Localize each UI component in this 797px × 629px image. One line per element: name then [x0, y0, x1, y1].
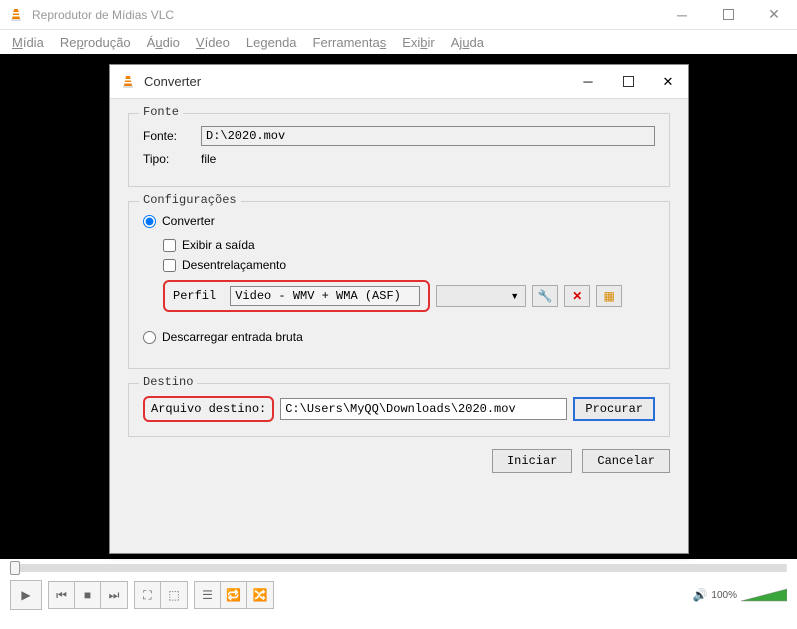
- play-button[interactable]: ▶: [10, 580, 42, 610]
- next-button[interactable]: ⏭: [101, 582, 127, 608]
- main-titlebar: Reprodutor de Mídias VLC ─ ✕: [0, 0, 797, 30]
- destination-legend: Destino: [139, 375, 197, 389]
- next-icon: ⏭: [109, 588, 120, 603]
- speaker-icon: 🔊: [692, 588, 707, 602]
- deinterlace-checkbox[interactable]: Desentrelaçamento: [163, 258, 655, 272]
- dump-raw-radio-input[interactable]: [143, 331, 156, 344]
- show-output-checkbox[interactable]: Exibir a saída: [163, 238, 655, 252]
- show-output-checkbox-input[interactable]: [163, 239, 176, 252]
- dump-raw-label: Descarregar entrada bruta: [162, 330, 303, 344]
- menu-video[interactable]: Vídeo: [196, 35, 230, 50]
- new-profile-button[interactable]: ▦: [596, 285, 622, 307]
- prev-icon: ⏮: [56, 588, 67, 603]
- converter-dialog: Converter ─ ✕ Fonte Fonte: D:\2020.mov T…: [109, 64, 689, 554]
- volume-slider[interactable]: [741, 587, 787, 603]
- type-value: file: [201, 152, 655, 166]
- destination-group: Destino Arquivo destino: Procurar: [128, 383, 670, 437]
- menu-audio[interactable]: Áudio: [147, 35, 180, 50]
- menu-exibir[interactable]: Exibir: [402, 35, 435, 50]
- settings-group: Configurações Converter Exibir a saída D…: [128, 201, 670, 369]
- source-group: Fonte Fonte: D:\2020.mov Tipo: file: [128, 113, 670, 187]
- menu-ajuda[interactable]: Ajuda: [451, 35, 484, 50]
- destination-file-label: Arquivo destino:: [143, 396, 274, 422]
- type-label: Tipo:: [143, 152, 201, 166]
- dump-raw-radio[interactable]: Descarregar entrada bruta: [143, 330, 655, 344]
- cancel-button[interactable]: Cancelar: [582, 449, 670, 473]
- video-area: Converter ─ ✕ Fonte Fonte: D:\2020.mov T…: [0, 54, 797, 559]
- seek-bar[interactable]: [0, 559, 797, 577]
- loop-button[interactable]: 🔁: [221, 582, 247, 608]
- menubar: Mídia Reprodução Áudio Vídeo Legenda Fer…: [0, 30, 797, 54]
- equalizer-icon: ⬚: [168, 588, 179, 602]
- play-icon: ▶: [21, 588, 30, 602]
- convert-radio[interactable]: Converter: [143, 214, 655, 228]
- maximize-button[interactable]: [705, 0, 751, 30]
- minimize-button[interactable]: ─: [659, 0, 705, 30]
- volume-control[interactable]: 🔊 100%: [692, 587, 787, 603]
- source-legend: Fonte: [139, 105, 183, 119]
- shuffle-button[interactable]: 🔀: [247, 582, 273, 608]
- player-controls: ▶ ⏮ ■ ⏭ ⛶ ⬚ ☰ 🔁 🔀 🔊 100%: [0, 577, 797, 613]
- dialog-titlebar: Converter ─ ✕: [110, 65, 688, 99]
- menu-legenda[interactable]: Legenda: [246, 35, 297, 50]
- fullscreen-button[interactable]: ⛶: [135, 582, 161, 608]
- delete-icon: ✕: [572, 289, 582, 303]
- source-label: Fonte:: [143, 129, 201, 143]
- edit-profile-button[interactable]: 🔧: [532, 285, 558, 307]
- shuffle-icon: 🔀: [253, 588, 268, 602]
- menu-ferramentas[interactable]: Ferramentas: [313, 35, 387, 50]
- dialog-title: Converter: [144, 74, 568, 89]
- profile-select[interactable]: Video - WMV + WMA (ASF): [230, 286, 420, 306]
- ext-settings-button[interactable]: ⬚: [161, 582, 187, 608]
- menu-midia[interactable]: Mídia: [12, 35, 44, 50]
- convert-radio-label: Converter: [162, 214, 215, 228]
- seek-thumb[interactable]: [10, 561, 20, 575]
- browse-button[interactable]: Procurar: [573, 397, 655, 421]
- wrench-icon: 🔧: [538, 289, 553, 303]
- deinterlace-label: Desentrelaçamento: [182, 258, 286, 272]
- convert-radio-input[interactable]: [143, 215, 156, 228]
- prev-button[interactable]: ⏮: [49, 582, 75, 608]
- close-button[interactable]: ✕: [751, 0, 797, 30]
- profile-label: Perfil: [173, 289, 216, 303]
- stop-icon: ■: [84, 588, 91, 602]
- dialog-close-button[interactable]: ✕: [648, 65, 688, 99]
- show-output-label: Exibir a saída: [182, 238, 255, 252]
- volume-percent: 100%: [711, 590, 737, 601]
- dialog-minimize-button[interactable]: ─: [568, 65, 608, 99]
- main-window-title: Reprodutor de Mídias VLC: [32, 8, 659, 22]
- playlist-icon: ☰: [202, 588, 213, 602]
- loop-icon: 🔁: [226, 588, 241, 602]
- deinterlace-checkbox-input[interactable]: [163, 259, 176, 272]
- new-icon: ▦: [604, 289, 615, 303]
- seek-track[interactable]: [10, 564, 787, 572]
- delete-profile-button[interactable]: ✕: [564, 285, 590, 307]
- profile-dropdown-arrow[interactable]: ▼: [436, 285, 526, 307]
- menu-reproducao[interactable]: Reprodução: [60, 35, 131, 50]
- settings-legend: Configurações: [139, 193, 241, 207]
- vlc-cone-icon: [120, 74, 136, 90]
- vlc-cone-icon: [8, 7, 24, 23]
- start-button[interactable]: Iniciar: [492, 449, 572, 473]
- destination-file-input[interactable]: [280, 398, 567, 420]
- source-path-field[interactable]: D:\2020.mov: [201, 126, 655, 146]
- playlist-button[interactable]: ☰: [195, 582, 221, 608]
- profile-highlight: Perfil Video - WMV + WMA (ASF): [163, 280, 430, 312]
- dialog-maximize-button[interactable]: [608, 65, 648, 99]
- profile-row: Perfil Video - WMV + WMA (ASF) ▼ 🔧 ✕ ▦: [163, 280, 655, 312]
- fullscreen-icon: ⛶: [143, 588, 151, 603]
- dialog-buttons: Iniciar Cancelar: [110, 437, 688, 485]
- stop-button[interactable]: ■: [75, 582, 101, 608]
